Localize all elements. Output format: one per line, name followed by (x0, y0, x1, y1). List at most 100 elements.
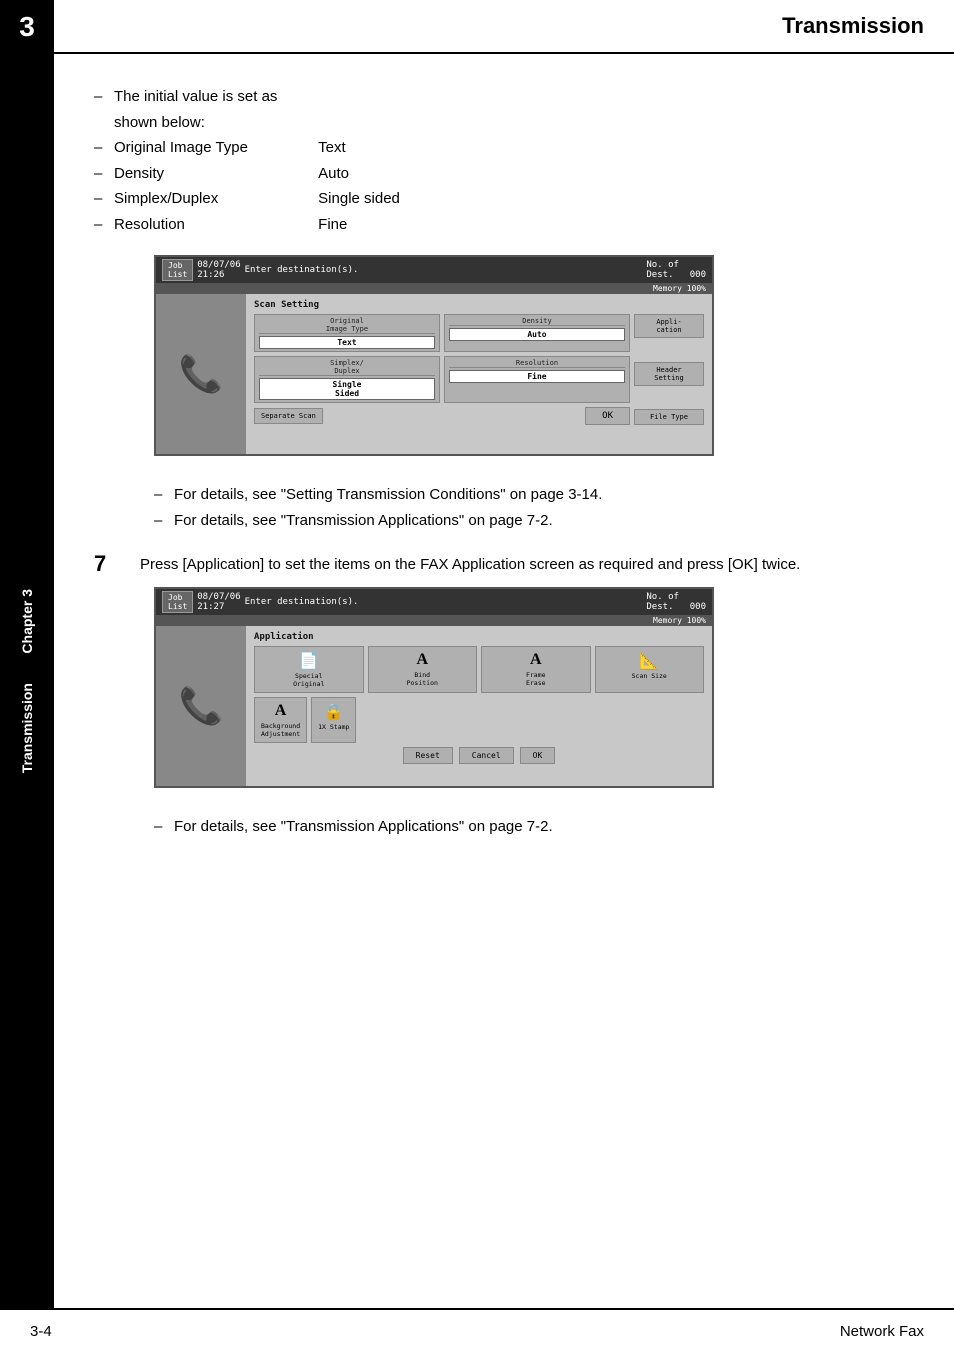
value-density: Auto (318, 161, 349, 187)
fax-main-2: 📞 Application 📄 SpecialOriginal A BindPo… (156, 626, 712, 786)
simplex-header: Simplex/Duplex (259, 359, 435, 376)
value-simplex-duplex: Single sided (318, 186, 400, 212)
separate-scan-btn[interactable]: Separate Scan (254, 408, 323, 424)
simplex-value[interactable]: SingleSided (259, 378, 435, 400)
notes-2: For details, see "Transmission Applicati… (154, 814, 914, 840)
fax-screenshot-2: JobList 08/07/0621:27 Enter destination(… (154, 587, 714, 788)
job-list-btn-2[interactable]: JobList (162, 591, 193, 613)
page-header: Transmission (54, 0, 954, 54)
background-adjustment-icon: A (261, 702, 300, 720)
enter-dest-2: Enter destination(s). (245, 597, 359, 607)
note-2-1: For details, see "Transmission Applicati… (154, 814, 914, 840)
scan-cell-orig: OriginalImage Type Text (254, 314, 440, 352)
fax-date-1: 08/07/0621:26 (197, 260, 240, 280)
label-resolution: Resolution (114, 212, 314, 238)
step-7-number: 7 (94, 551, 124, 577)
note-1-1: For details, see "Setting Transmission C… (154, 482, 914, 508)
scan-setting-title-1: Scan Setting (254, 300, 704, 310)
app-grid-row1: 📄 SpecialOriginal A BindPosition A Frame… (254, 646, 704, 693)
fax-header-left-1: JobList 08/07/0621:26 Enter destination(… (162, 259, 358, 281)
job-list-btn-1[interactable]: JobList (162, 259, 193, 281)
1x-stamp-label: 1X Stamp (318, 723, 349, 731)
side-tab-section: Transmission (19, 683, 35, 773)
phone-icon-1: 📞 (179, 353, 224, 395)
step-7-text: Press [Application] to set the items on … (140, 551, 800, 577)
fax-phone-panel-2: 📞 (156, 626, 246, 786)
fax-memory-1: Memory 100% (156, 283, 712, 294)
intro-bullet-list: The initial value is set as shown below:… (94, 84, 914, 237)
intro-title: The initial value is set as shown below: (114, 84, 314, 135)
density-value[interactable]: Auto (449, 328, 625, 341)
bind-position-label: BindPosition (407, 671, 438, 687)
label-simplex-duplex: Simplex/Duplex (114, 186, 314, 212)
fax-header-left-2: JobList 08/07/0621:27 Enter destination(… (162, 591, 358, 613)
scan-main-area-1: OriginalImage Type Text Density Auto (254, 314, 630, 425)
side-tab: Chapter 3 Transmission (0, 54, 54, 1308)
app-frame-erase[interactable]: A FrameErase (481, 646, 591, 693)
header-title: Transmission (782, 13, 924, 39)
fax-date-2: 08/07/0621:27 (197, 592, 240, 612)
fax-screenshot-1: JobList 08/07/0621:26 Enter destination(… (154, 255, 714, 456)
background-adjustment-label: BackgroundAdjustment (261, 722, 300, 738)
scan-row-1: OriginalImage Type Text Density Auto (254, 314, 630, 352)
bind-position-icon: A (373, 651, 473, 669)
app-background-adjustment[interactable]: A BackgroundAdjustment (254, 697, 307, 743)
footer-page-number: 3-4 (30, 1323, 52, 1340)
fax-header-1: JobList 08/07/0621:26 Enter destination(… (156, 257, 712, 283)
footer-section-name: Network Fax (840, 1323, 924, 1340)
app-action-row: Reset Cancel OK (254, 747, 704, 764)
scan-row-2: Simplex/Duplex SingleSided Resolution Fi… (254, 356, 630, 403)
scan-cell-simplex: Simplex/Duplex SingleSided (254, 356, 440, 403)
no-of-dest-1: No. ofDest. 000 (646, 260, 706, 280)
header-setting-btn[interactable]: HeaderSetting (634, 362, 704, 386)
reset-btn[interactable]: Reset (403, 747, 453, 764)
phone-icon-2: 📞 (179, 685, 224, 727)
resolution-header: Resolution (449, 359, 625, 368)
scan-cell-resolution: Resolution Fine (444, 356, 630, 403)
app-bind-position[interactable]: A BindPosition (368, 646, 478, 693)
resolution-value[interactable]: Fine (449, 370, 625, 383)
fax-memory-2: Memory 100% (156, 615, 712, 626)
label-density: Density (114, 161, 314, 187)
main-content: The initial value is set as shown below:… (54, 54, 954, 1308)
note-1-2: For details, see "Transmission Applicati… (154, 508, 914, 534)
side-tab-chapter: Chapter 3 (19, 589, 35, 654)
scan-size-icon: 📐 (600, 651, 700, 670)
app-scan-size[interactable]: 📐 Scan Size (595, 646, 705, 693)
ok-btn-2[interactable]: OK (520, 747, 556, 764)
frame-erase-label: FrameErase (526, 671, 546, 687)
special-original-label: SpecialOriginal (293, 672, 324, 688)
special-original-icon: 📄 (259, 651, 359, 670)
frame-erase-icon: A (486, 651, 586, 669)
page-number: 3 (0, 0, 54, 54)
cancel-btn[interactable]: Cancel (459, 747, 514, 764)
ok-btn-1[interactable]: OK (585, 407, 630, 425)
density-header: Density (449, 317, 625, 326)
file-type-btn[interactable]: File Type (634, 409, 704, 425)
app-title: Application (254, 632, 704, 642)
scan-cell-density: Density Auto (444, 314, 630, 352)
orig-value[interactable]: Text (259, 336, 435, 349)
fax-main-1: 📞 Scan Setting OriginalImage Type Text (156, 294, 712, 454)
scan-size-label: Scan Size (632, 672, 667, 680)
app-grid-row2: A BackgroundAdjustment 🔒 1X Stamp (254, 697, 704, 743)
step-7-row: 7 Press [Application] to set the items o… (94, 551, 914, 577)
value-resolution: Fine (318, 212, 347, 238)
fax-header-2: JobList 08/07/0621:27 Enter destination(… (156, 589, 712, 615)
app-special-original[interactable]: 📄 SpecialOriginal (254, 646, 364, 693)
fax-right-panel-1: Scan Setting OriginalImage Type Text Den… (246, 294, 712, 454)
notes-1: For details, see "Setting Transmission C… (154, 482, 914, 533)
orig-header: OriginalImage Type (259, 317, 435, 334)
app-1x-stamp[interactable]: 🔒 1X Stamp (311, 697, 356, 743)
fax-right-panel-2: Application 📄 SpecialOriginal A BindPosi… (246, 626, 712, 786)
scan-side-area-1: Appli-cation HeaderSetting File Type (634, 314, 704, 425)
application-btn[interactable]: Appli-cation (634, 314, 704, 338)
scan-content-row-1: OriginalImage Type Text Density Auto (254, 314, 704, 425)
scan-bottom-row-1: Separate Scan OK (254, 407, 630, 425)
enter-dest-1: Enter destination(s). (245, 265, 359, 275)
value-original-image-type: Text (318, 135, 346, 161)
page-footer: 3-4 Network Fax (0, 1308, 954, 1352)
no-of-dest-2: No. ofDest. 000 (646, 592, 706, 612)
fax-phone-panel-1: 📞 (156, 294, 246, 454)
label-original-image-type: Original Image Type (114, 135, 314, 161)
